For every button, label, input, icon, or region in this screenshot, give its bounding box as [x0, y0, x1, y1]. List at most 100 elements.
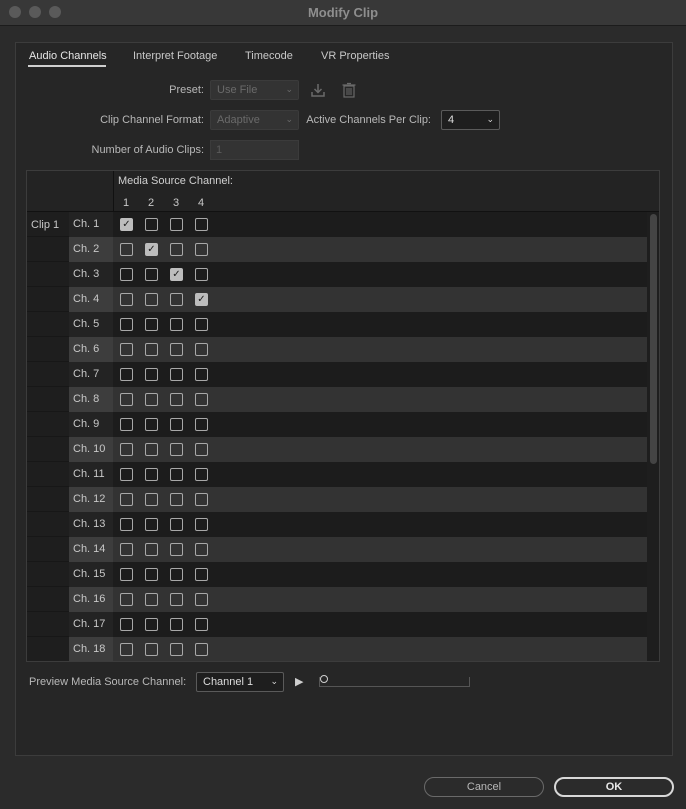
channel-checkbox[interactable] — [120, 593, 133, 606]
channel-checkbox[interactable] — [120, 543, 133, 556]
channel-cells — [113, 487, 647, 512]
channel-checkbox[interactable] — [170, 518, 183, 531]
download-icon[interactable] — [309, 81, 327, 99]
channel-label: Ch. 16 — [69, 587, 113, 612]
channel-checkbox[interactable] — [195, 218, 208, 231]
channel-row: Ch. 11 — [27, 462, 647, 487]
channel-checkbox[interactable] — [195, 243, 208, 256]
channel-checkbox[interactable] — [145, 268, 158, 281]
channel-checkbox[interactable] — [120, 243, 133, 256]
channel-checkbox[interactable] — [195, 518, 208, 531]
channel-checkbox[interactable] — [195, 318, 208, 331]
channel-checkbox[interactable] — [170, 293, 183, 306]
channel-checkbox[interactable] — [170, 643, 183, 656]
channel-checkbox[interactable]: ✓ — [170, 268, 183, 281]
channel-checkbox[interactable] — [195, 618, 208, 631]
channel-checkbox[interactable] — [145, 368, 158, 381]
clip-channel-format-dropdown[interactable]: Adaptive ⌄ — [210, 110, 299, 130]
channel-label: Ch. 15 — [69, 562, 113, 587]
channel-checkbox[interactable] — [195, 593, 208, 606]
channel-checkbox[interactable] — [120, 318, 133, 331]
tab-interpret-footage[interactable]: Interpret Footage — [133, 50, 217, 62]
cancel-button[interactable]: Cancel — [424, 777, 544, 797]
channel-checkbox[interactable] — [120, 618, 133, 631]
channel-checkbox[interactable] — [170, 443, 183, 456]
play-icon[interactable]: ▶ — [295, 675, 303, 688]
preview-channel-dropdown[interactable]: Channel 1 ⌄ — [196, 672, 284, 692]
channel-row: Ch. 3 ✓ — [27, 262, 647, 287]
channel-checkbox[interactable] — [170, 318, 183, 331]
trash-icon[interactable] — [340, 81, 358, 99]
channel-checkbox[interactable] — [145, 343, 158, 356]
channel-checkbox[interactable] — [120, 268, 133, 281]
channel-cells — [113, 512, 647, 537]
channel-cells — [113, 387, 647, 412]
channel-checkbox[interactable] — [195, 493, 208, 506]
channel-checkbox[interactable] — [145, 293, 158, 306]
channel-checkbox[interactable] — [120, 468, 133, 481]
tab-audio-channels[interactable]: Audio Channels — [29, 50, 107, 62]
channel-checkbox[interactable] — [120, 343, 133, 356]
channel-checkbox[interactable] — [145, 443, 158, 456]
channel-checkbox[interactable] — [195, 418, 208, 431]
channel-checkbox[interactable] — [195, 543, 208, 556]
channel-checkbox[interactable] — [120, 493, 133, 506]
preset-dropdown[interactable]: Use File ⌄ — [210, 80, 299, 100]
tab-vr-properties[interactable]: VR Properties — [321, 50, 389, 62]
channel-checkbox[interactable] — [145, 543, 158, 556]
channel-checkbox[interactable] — [145, 618, 158, 631]
channel-checkbox[interactable] — [120, 568, 133, 581]
channel-checkbox[interactable] — [120, 418, 133, 431]
ok-button[interactable]: OK — [554, 777, 674, 797]
channel-checkbox[interactable] — [145, 393, 158, 406]
channel-checkbox[interactable] — [170, 218, 183, 231]
channel-checkbox[interactable] — [170, 418, 183, 431]
channel-checkbox[interactable] — [170, 343, 183, 356]
num-audio-clips-field[interactable]: 1 — [210, 140, 299, 160]
channel-checkbox[interactable] — [195, 643, 208, 656]
channel-checkbox[interactable] — [170, 493, 183, 506]
channel-checkbox[interactable] — [145, 493, 158, 506]
channel-checkbox[interactable] — [145, 643, 158, 656]
channel-checkbox[interactable] — [195, 343, 208, 356]
channel-checkbox[interactable]: ✓ — [145, 243, 158, 256]
channel-checkbox[interactable] — [195, 443, 208, 456]
channel-checkbox[interactable] — [145, 218, 158, 231]
channel-checkbox[interactable] — [170, 593, 183, 606]
grid-scrollbar[interactable] — [647, 212, 659, 661]
channel-checkbox[interactable] — [120, 293, 133, 306]
channel-checkbox[interactable] — [120, 393, 133, 406]
tab-timecode[interactable]: Timecode — [245, 50, 293, 62]
preview-position-slider[interactable] — [319, 675, 470, 687]
channel-checkbox[interactable] — [195, 368, 208, 381]
channel-checkbox[interactable] — [145, 318, 158, 331]
channel-checkbox[interactable] — [195, 393, 208, 406]
channel-checkbox[interactable] — [145, 518, 158, 531]
active-channels-dropdown[interactable]: 4 ⌄ — [441, 110, 500, 130]
channel-checkbox[interactable] — [195, 568, 208, 581]
channel-checkbox[interactable] — [170, 568, 183, 581]
channel-checkbox[interactable]: ✓ — [120, 218, 133, 231]
channel-checkbox[interactable]: ✓ — [195, 293, 208, 306]
channel-checkbox[interactable] — [120, 518, 133, 531]
channel-checkbox[interactable] — [145, 418, 158, 431]
channel-checkbox[interactable] — [195, 268, 208, 281]
channel-cells — [113, 587, 647, 612]
channel-checkbox[interactable] — [170, 468, 183, 481]
preset-label: Preset: — [169, 84, 204, 96]
channel-checkbox[interactable] — [120, 368, 133, 381]
channel-checkbox[interactable] — [145, 568, 158, 581]
channel-checkbox[interactable] — [170, 543, 183, 556]
channel-checkbox[interactable] — [170, 368, 183, 381]
channel-checkbox[interactable] — [195, 468, 208, 481]
channel-checkbox[interactable] — [145, 593, 158, 606]
scrollbar-thumb[interactable] — [650, 214, 657, 464]
channel-checkbox[interactable] — [170, 393, 183, 406]
channel-label: Ch. 1 — [69, 212, 113, 237]
slider-knob[interactable] — [320, 675, 328, 683]
channel-checkbox[interactable] — [170, 618, 183, 631]
channel-checkbox[interactable] — [145, 468, 158, 481]
channel-checkbox[interactable] — [120, 643, 133, 656]
channel-checkbox[interactable] — [120, 443, 133, 456]
channel-checkbox[interactable] — [170, 243, 183, 256]
